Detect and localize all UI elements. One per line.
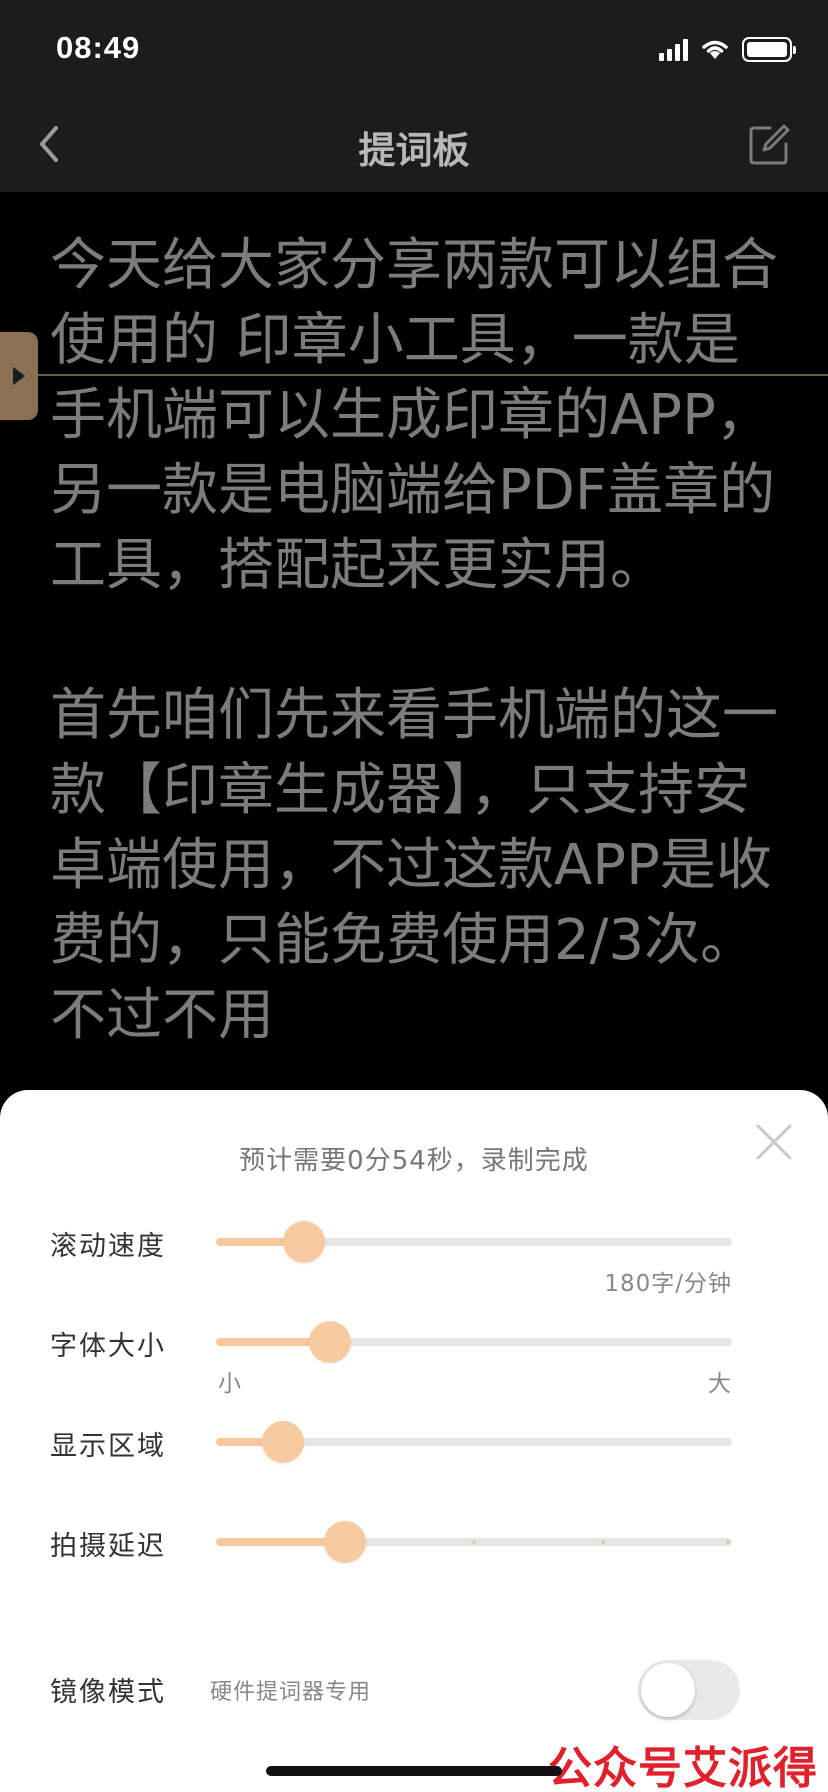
status-time: 08:49 xyxy=(56,30,141,65)
slider-thumb[interactable] xyxy=(308,1321,351,1363)
slider-tick xyxy=(725,1540,730,1544)
battery-icon xyxy=(742,36,796,62)
mirror-mode-label: 镜像模式 xyxy=(50,1677,166,1708)
slider-thumb[interactable] xyxy=(262,1421,305,1463)
display-area-label: 显示区域 xyxy=(50,1431,166,1462)
shooting-delay-slider[interactable] xyxy=(216,1521,732,1563)
status-icons xyxy=(659,36,796,62)
home-indicator[interactable] xyxy=(266,1766,562,1776)
font-size-label: 字体大小 xyxy=(50,1331,166,1362)
play-triangle-icon xyxy=(13,367,25,385)
settings-sheet: 预计需要0分54秒，录制完成 滚动速度 180字/分钟 字体大小 小 大 显示区… xyxy=(0,1090,828,1792)
mirror-mode-hint: 硬件提词器专用 xyxy=(210,1680,372,1705)
font-size-min-label: 小 xyxy=(218,1371,242,1397)
toggle-knob xyxy=(641,1663,695,1717)
font-size-max-label: 大 xyxy=(708,1371,732,1397)
prompter-text: 今天给大家分享两款可以组合使用的 印章小工具，一款是手机端可以生成印章的APP，… xyxy=(50,228,780,1128)
font-size-slider[interactable] xyxy=(216,1321,732,1363)
page-title: 提词板 xyxy=(358,129,470,172)
slider-tick xyxy=(601,1540,605,1544)
prompter-paragraph-1: 今天给大家分享两款可以组合使用的 印章小工具，一款是手机端可以生成印章的APP，… xyxy=(50,233,778,598)
reading-guide-line xyxy=(0,374,828,376)
display-area-slider[interactable] xyxy=(216,1421,732,1463)
scroll-speed-value: 180字/分钟 xyxy=(604,1271,732,1297)
reading-guide-handle[interactable] xyxy=(0,332,38,420)
prompter-paragraph-2: 首先咱们先来看手机端的这一款【印章生成器】，只支持安卓端使用，不过这款APP是收… xyxy=(50,683,778,1048)
watermark-text: 公众号艾派得 xyxy=(548,1743,818,1792)
slider-thumb[interactable] xyxy=(282,1221,325,1263)
edit-icon[interactable] xyxy=(746,122,792,168)
signal-icon xyxy=(659,37,688,61)
mirror-mode-toggle[interactable] xyxy=(638,1660,740,1720)
scroll-speed-slider[interactable] xyxy=(216,1221,732,1263)
shooting-delay-label: 拍摄延迟 xyxy=(50,1531,166,1562)
scroll-speed-label: 滚动速度 xyxy=(50,1231,166,1262)
status-bar: 08:49 xyxy=(0,0,828,96)
wifi-icon xyxy=(702,40,728,59)
slider-thumb[interactable] xyxy=(324,1521,366,1563)
estimate-text: 预计需要0分54秒，录制完成 xyxy=(239,1146,589,1176)
slider-tick xyxy=(472,1540,476,1544)
nav-bar: 提词板 xyxy=(0,96,828,192)
